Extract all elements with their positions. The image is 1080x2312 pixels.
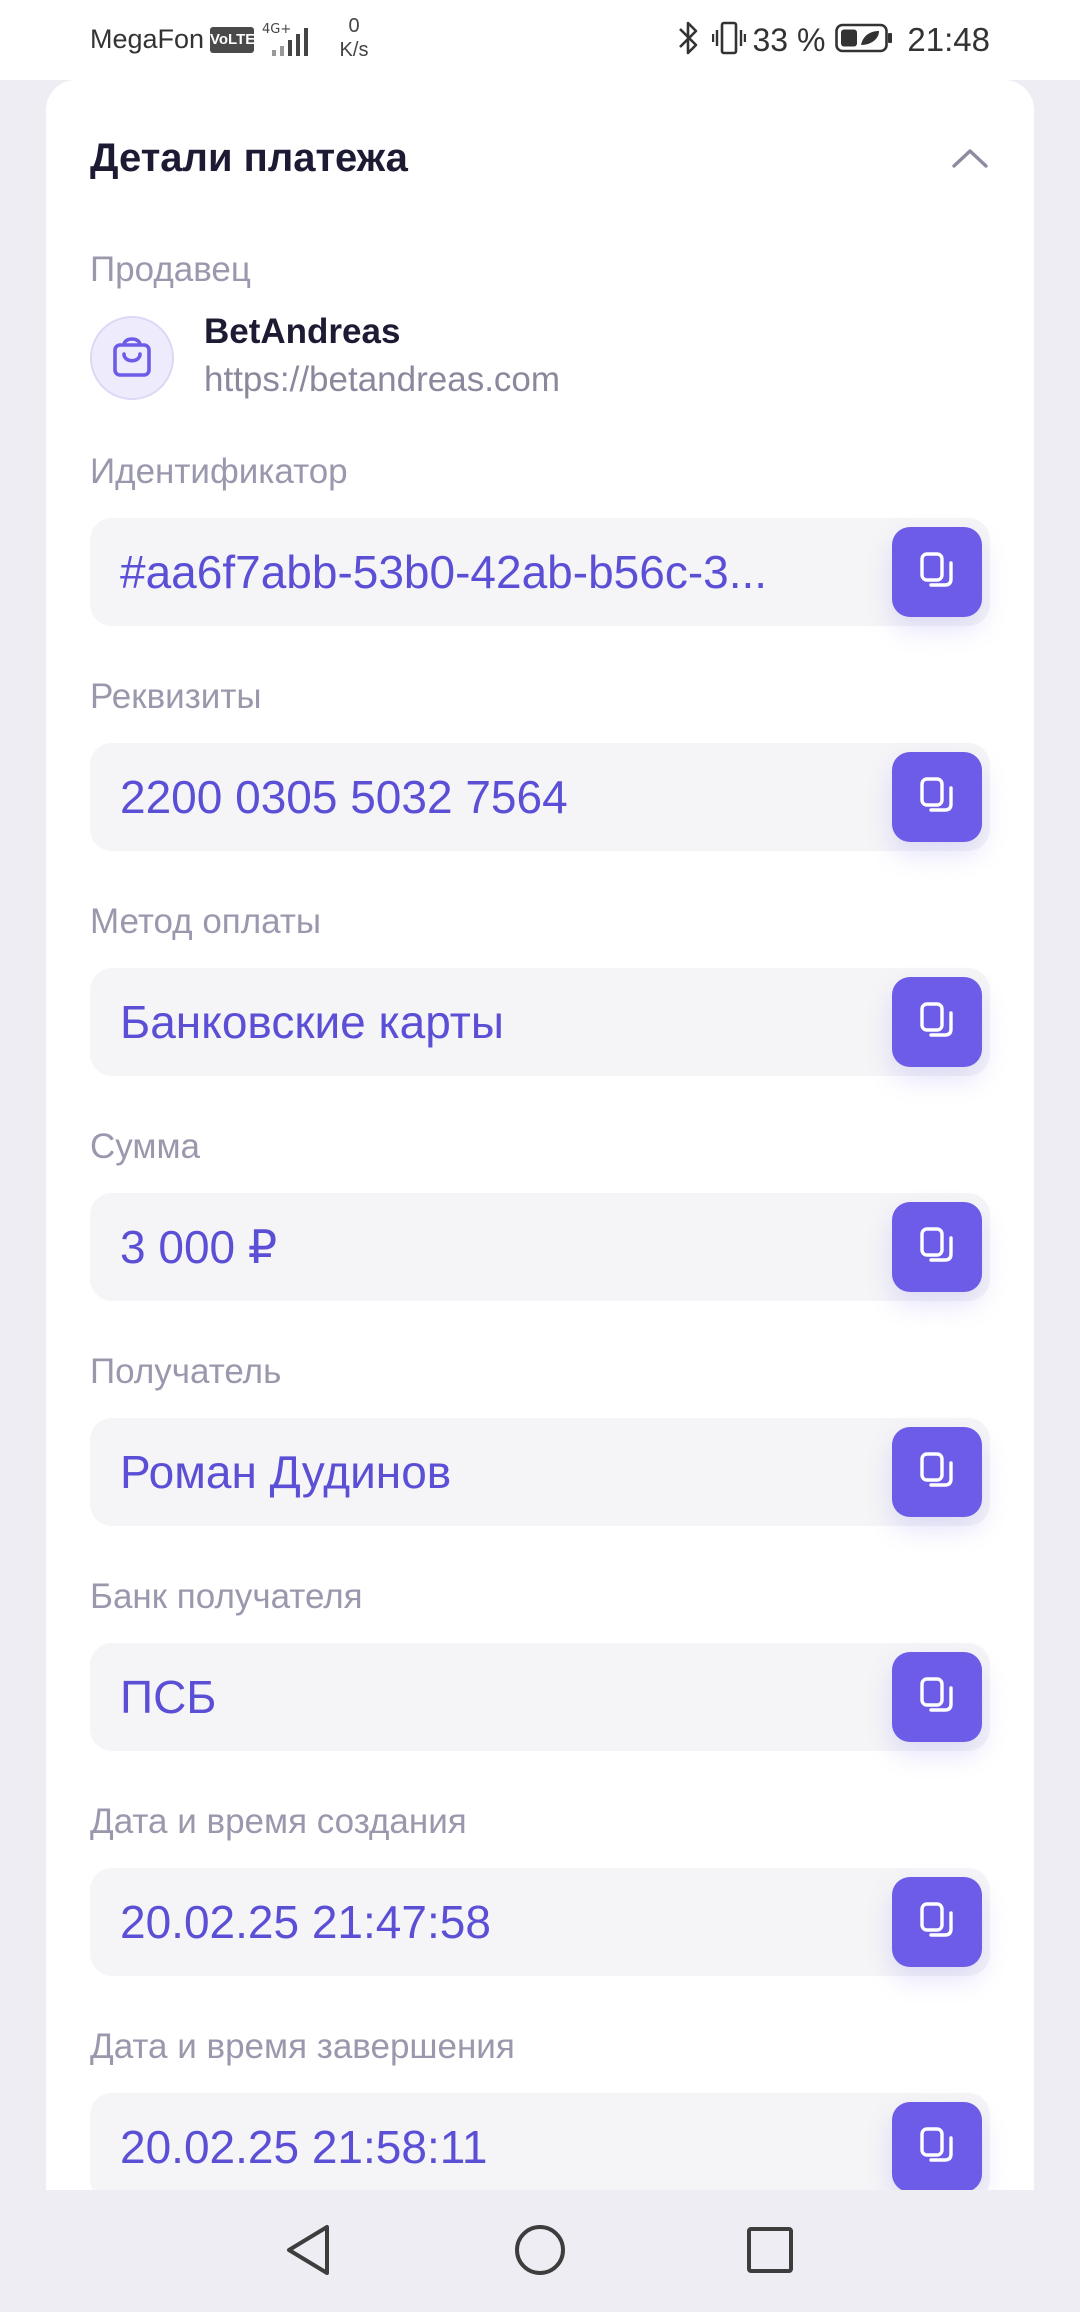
copy-icon: [918, 1000, 956, 1045]
seller-url[interactable]: https://betandreas.com: [204, 360, 560, 400]
recipient-bank-value: ПСБ: [120, 1671, 217, 1723]
network-speed-value: 0: [348, 15, 360, 37]
copy-icon: [918, 2125, 956, 2170]
recipient-label: Получатель: [90, 1352, 282, 1391]
home-circle-icon: [513, 2223, 567, 2282]
requisites-value: 2200 0305 5032 7564: [120, 771, 568, 823]
created-datetime-field: 20.02.25 21:47:58: [90, 1868, 990, 1976]
seller-name: BetAndreas: [204, 312, 401, 351]
identifier-value: #aa6f7abb-53b0-42ab-b56c-3...: [120, 546, 768, 598]
carrier-name: MegaFon: [90, 24, 205, 54]
home-button[interactable]: [508, 2220, 572, 2284]
copy-recipient-button[interactable]: [892, 1427, 982, 1517]
copy-icon: [918, 550, 956, 595]
back-triangle-icon: [283, 2223, 333, 2282]
bluetooth-icon: [676, 19, 702, 62]
amount-value: 3 000 ₽: [120, 1221, 278, 1273]
network-type: 4G+: [262, 22, 291, 37]
copy-icon: [918, 775, 956, 820]
created-datetime-label: Дата и время создания: [90, 1802, 467, 1841]
shopping-bag-icon: [110, 333, 154, 384]
requisites-label: Реквизиты: [90, 677, 262, 716]
seller-avatar: [90, 316, 174, 400]
copy-identifier-button[interactable]: [892, 527, 982, 617]
network-speed-unit: K/s: [339, 39, 369, 61]
battery-percent: 33 %: [752, 21, 826, 58]
completed-datetime-value: 20.02.25 21:58:11: [120, 2121, 488, 2173]
recipient-value: Роман Дудинов: [120, 1446, 452, 1498]
vibrate-icon: [712, 19, 747, 62]
back-button[interactable]: [276, 2220, 340, 2284]
payment-method-label: Метод оплаты: [90, 902, 322, 941]
copy-created-datetime-button[interactable]: [892, 1877, 982, 1967]
created-datetime-value: 20.02.25 21:47:58: [120, 1896, 491, 1948]
copy-amount-button[interactable]: [892, 1202, 982, 1292]
clock: 21:48: [907, 21, 990, 58]
signal-icon: 4G+: [262, 20, 324, 65]
copy-requisites-button[interactable]: [892, 752, 982, 842]
identifier-field: #aa6f7abb-53b0-42ab-b56c-3...: [90, 518, 990, 626]
battery-icon: [835, 23, 893, 58]
amount-field: 3 000 ₽: [90, 1193, 990, 1301]
collapse-button[interactable]: [946, 136, 994, 184]
identifier-label: Идентификатор: [90, 452, 348, 491]
recipient-bank-field: ПСБ: [90, 1643, 990, 1751]
seller-label: Продавец: [90, 250, 251, 289]
recents-square-icon: [745, 2225, 795, 2280]
completed-datetime-field: 20.02.25 21:58:11: [90, 2093, 990, 2201]
payment-method-field: Банковские карты: [90, 968, 990, 1076]
copy-icon: [918, 1900, 956, 1945]
copy-icon: [918, 1450, 956, 1495]
copy-completed-datetime-button[interactable]: [892, 2102, 982, 2192]
navigation-bar: [0, 2190, 1080, 2312]
recipient-bank-label: Банк получателя: [90, 1577, 363, 1616]
payment-method-value: Банковские карты: [120, 996, 504, 1048]
recents-button[interactable]: [738, 2220, 802, 2284]
status-bar: MegaFon VoLTE 4G+ 0 K/s 33 % 21:48: [0, 0, 1080, 80]
status-bar-right: 33 % 21:48: [676, 18, 990, 62]
volte-badge: VoLTE: [210, 27, 255, 53]
copy-payment-method-button[interactable]: [892, 977, 982, 1067]
copy-recipient-bank-button[interactable]: [892, 1652, 982, 1742]
recipient-field: Роман Дудинов: [90, 1418, 990, 1526]
card-title: Детали платежа: [90, 136, 408, 180]
copy-icon: [918, 1225, 956, 1270]
network-speed: 0 K/s: [334, 14, 374, 62]
requisites-field: 2200 0305 5032 7564: [90, 743, 990, 851]
amount-label: Сумма: [90, 1127, 200, 1166]
payment-details-card: Детали платежа Продавец BetAndreas https…: [46, 80, 1034, 2201]
completed-datetime-label: Дата и время завершения: [90, 2027, 515, 2066]
chevron-up-icon: [950, 146, 990, 175]
copy-icon: [918, 1675, 956, 1720]
